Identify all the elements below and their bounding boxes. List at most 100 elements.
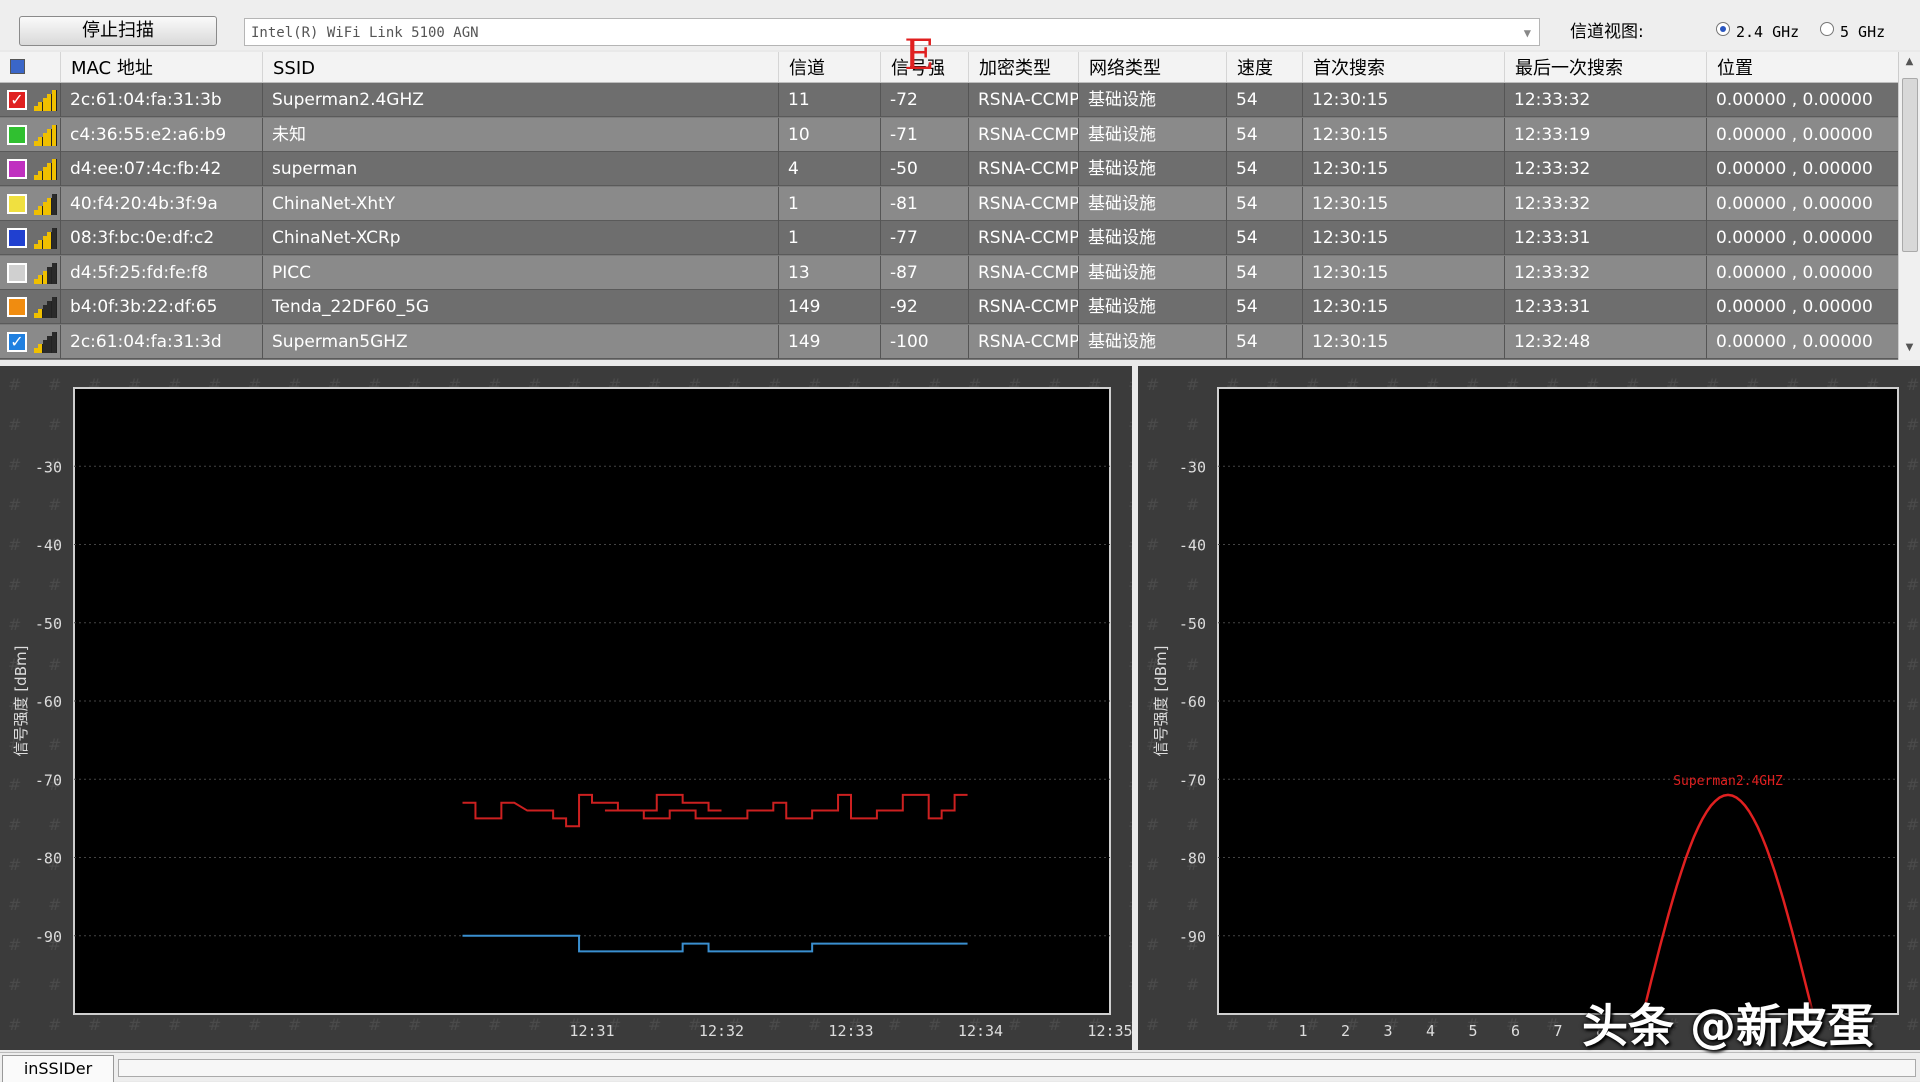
select-all-checkbox[interactable] bbox=[10, 59, 25, 74]
cell-speed: 54 bbox=[1226, 83, 1302, 117]
signal-bar bbox=[51, 90, 57, 111]
y-tick-label: -40 bbox=[35, 537, 62, 555]
row-checkbox[interactable] bbox=[7, 228, 27, 248]
cell-ssid: ChinaNet-XCRp bbox=[262, 221, 778, 255]
cell-last-seen: 12:33:31 bbox=[1504, 221, 1706, 255]
table-row[interactable]: d4:5f:25:fd:fe:f8 PICC 13 -87 RSNA-CCMP 基础设施 5… bbox=[0, 255, 1898, 290]
y-tick-label: -60 bbox=[1179, 693, 1206, 711]
cell-security: RSNA-CCMP bbox=[968, 186, 1078, 221]
cell-security: RSNA-CCMP bbox=[968, 117, 1078, 152]
x-tick-label: 3 bbox=[1383, 1022, 1392, 1040]
table-row[interactable]: d4:ee:07:4c:fb:42 superman 4 -50 RSNA-CCMP 基础… bbox=[0, 152, 1898, 186]
row-checkbox[interactable] bbox=[7, 124, 27, 145]
cell-location: 0.00000 , 0.00000 bbox=[1706, 83, 1898, 117]
col-channel[interactable]: 信道 bbox=[778, 52, 880, 82]
signal-bar bbox=[51, 228, 57, 249]
signal-bar bbox=[51, 262, 57, 284]
table-row[interactable]: ✓ 2c:61:04:fa:31:3b Superman2.4GHZ 11 -72 RSN… bbox=[0, 83, 1898, 117]
cell-location: 0.00000 , 0.00000 bbox=[1706, 324, 1898, 359]
signal-bars-icon bbox=[34, 158, 57, 180]
row-checkbox[interactable]: ✓ bbox=[7, 90, 27, 110]
row-checkbox[interactable] bbox=[7, 262, 27, 283]
table-row[interactable]: 08:3f:bc:0e:df:c2 ChinaNet-XCRp 1 -77 RSNA-C… bbox=[0, 221, 1898, 255]
table-row[interactable]: b4:0f:3b:22:df:65 Tenda_22DF60_5G 149 -92 RS… bbox=[0, 290, 1898, 324]
signal-bars-icon bbox=[34, 262, 57, 284]
adapter-select[interactable]: Intel(R) WiFi Link 5100 AGN ▼ bbox=[244, 18, 1540, 46]
col-speed[interactable]: 速度 bbox=[1226, 52, 1302, 82]
col-network-type[interactable]: 网络类型 bbox=[1078, 52, 1226, 82]
row-checkbox[interactable] bbox=[7, 297, 27, 317]
cell-speed: 54 bbox=[1226, 186, 1302, 221]
row-checkbox[interactable] bbox=[7, 193, 27, 214]
cell-mac: 40:f4:20:4b:3f:9a bbox=[60, 186, 262, 221]
x-tick-label: 1 bbox=[1298, 1022, 1307, 1040]
cell-network-type: 基础设施 bbox=[1078, 117, 1226, 152]
scroll-thumb[interactable] bbox=[1902, 78, 1918, 252]
channel-graph-panel: #-30-40-50-60-70-80-9012345678信号强度 [dBm]… bbox=[1138, 366, 1920, 1050]
cell-channel: 10 bbox=[778, 117, 880, 152]
row-checkbox[interactable]: ✓ bbox=[7, 331, 27, 352]
cell-location: 0.00000 , 0.00000 bbox=[1706, 117, 1898, 152]
y-tick-label: -80 bbox=[35, 850, 62, 868]
cell-first-seen: 12:30:15 bbox=[1302, 152, 1504, 186]
horizontal-scrollbar[interactable] bbox=[118, 1059, 1916, 1077]
cell-rssi: -50 bbox=[880, 152, 968, 186]
cell-location: 0.00000 , 0.00000 bbox=[1706, 186, 1898, 221]
col-location[interactable]: 位置 bbox=[1706, 52, 1898, 82]
x-tick-label: 5 bbox=[1468, 1022, 1477, 1040]
x-tick-label: 12:31 bbox=[569, 1022, 614, 1040]
signal-bars-icon bbox=[34, 89, 57, 111]
y-tick-label: -30 bbox=[35, 458, 62, 476]
cell-location: 0.00000 , 0.00000 bbox=[1706, 255, 1898, 290]
col-security[interactable]: 加密类型 bbox=[968, 52, 1078, 82]
x-tick-label: 2 bbox=[1341, 1022, 1350, 1040]
col-first-seen[interactable]: 首次搜索 bbox=[1302, 52, 1504, 82]
table-row[interactable]: ✓ 2c:61:04:fa:31:3d Superman5GHZ 149 -100 RSN… bbox=[0, 324, 1898, 359]
cell-last-seen: 12:33:32 bbox=[1504, 83, 1706, 117]
x-tick-label: 12:32 bbox=[699, 1022, 744, 1040]
cell-network-type: 基础设施 bbox=[1078, 152, 1226, 186]
band-24-radio[interactable] bbox=[1716, 22, 1730, 36]
cell-mac: c4:36:55:e2:a6:b9 bbox=[60, 117, 262, 152]
cell-first-seen: 12:30:15 bbox=[1302, 255, 1504, 290]
col-last-seen[interactable]: 最后一次搜索 bbox=[1504, 52, 1706, 82]
scroll-down-icon[interactable]: ▼ bbox=[1899, 342, 1920, 353]
cell-channel: 13 bbox=[778, 255, 880, 290]
cell-first-seen: 12:30:15 bbox=[1302, 324, 1504, 359]
cell-ssid: superman bbox=[262, 152, 778, 186]
x-tick-label: 12:33 bbox=[828, 1022, 873, 1040]
chevron-down-icon[interactable]: ▼ bbox=[1524, 19, 1531, 47]
col-ssid[interactable]: SSID bbox=[262, 52, 778, 82]
band-5-radio[interactable] bbox=[1820, 22, 1834, 36]
cell-security: RSNA-CCMP bbox=[968, 152, 1078, 186]
cell-network-type: 基础设施 bbox=[1078, 83, 1226, 117]
network-table: MAC 地址 SSID 信道 信号强 加密类型 网络类型 速度 首次搜索 最后一… bbox=[0, 52, 1898, 360]
row-checkbox[interactable] bbox=[7, 159, 27, 179]
cell-rssi: -72 bbox=[880, 83, 968, 117]
cell-location: 0.00000 , 0.00000 bbox=[1706, 221, 1898, 255]
cell-speed: 54 bbox=[1226, 290, 1302, 324]
y-tick-label: -80 bbox=[1179, 850, 1206, 868]
stop-scan-button[interactable]: 停止扫描 bbox=[19, 16, 217, 46]
cell-channel: 149 bbox=[778, 324, 880, 359]
y-tick-label: -90 bbox=[35, 928, 62, 946]
tab-inssider[interactable]: inSSIDer bbox=[2, 1055, 114, 1082]
table-row[interactable]: c4:36:55:e2:a6:b9 未知 10 -71 RSNA-CCMP 基础设施 54 1… bbox=[0, 117, 1898, 152]
cell-network-type: 基础设施 bbox=[1078, 290, 1226, 324]
scroll-up-icon[interactable]: ▲ bbox=[1899, 56, 1920, 67]
col-mac[interactable]: MAC 地址 bbox=[60, 52, 260, 82]
cell-security: RSNA-CCMP bbox=[968, 290, 1078, 324]
y-tick-label: -70 bbox=[1179, 771, 1206, 789]
table-row[interactable]: 40:f4:20:4b:3f:9a ChinaNet-XhtY 1 -81 RSNA-C… bbox=[0, 186, 1898, 221]
x-tick-label: 4 bbox=[1426, 1022, 1435, 1040]
cell-last-seen: 12:33:32 bbox=[1504, 255, 1706, 290]
x-tick-label: 6 bbox=[1511, 1022, 1520, 1040]
cell-last-seen: 12:33:32 bbox=[1504, 186, 1706, 221]
table-scrollbar[interactable]: ▲ ▼ bbox=[1898, 52, 1920, 360]
cell-security: RSNA-CCMP bbox=[968, 221, 1078, 255]
y-tick-label: -50 bbox=[1179, 615, 1206, 633]
table-header: MAC 地址 SSID 信道 信号强 加密类型 网络类型 速度 首次搜索 最后一… bbox=[0, 52, 1898, 83]
x-tick-label: 12:34 bbox=[958, 1022, 1003, 1040]
toolbar: 停止扫描 Intel(R) WiFi Link 5100 AGN ▼ 信道视图:… bbox=[0, 0, 1920, 50]
signal-bar bbox=[51, 159, 57, 180]
